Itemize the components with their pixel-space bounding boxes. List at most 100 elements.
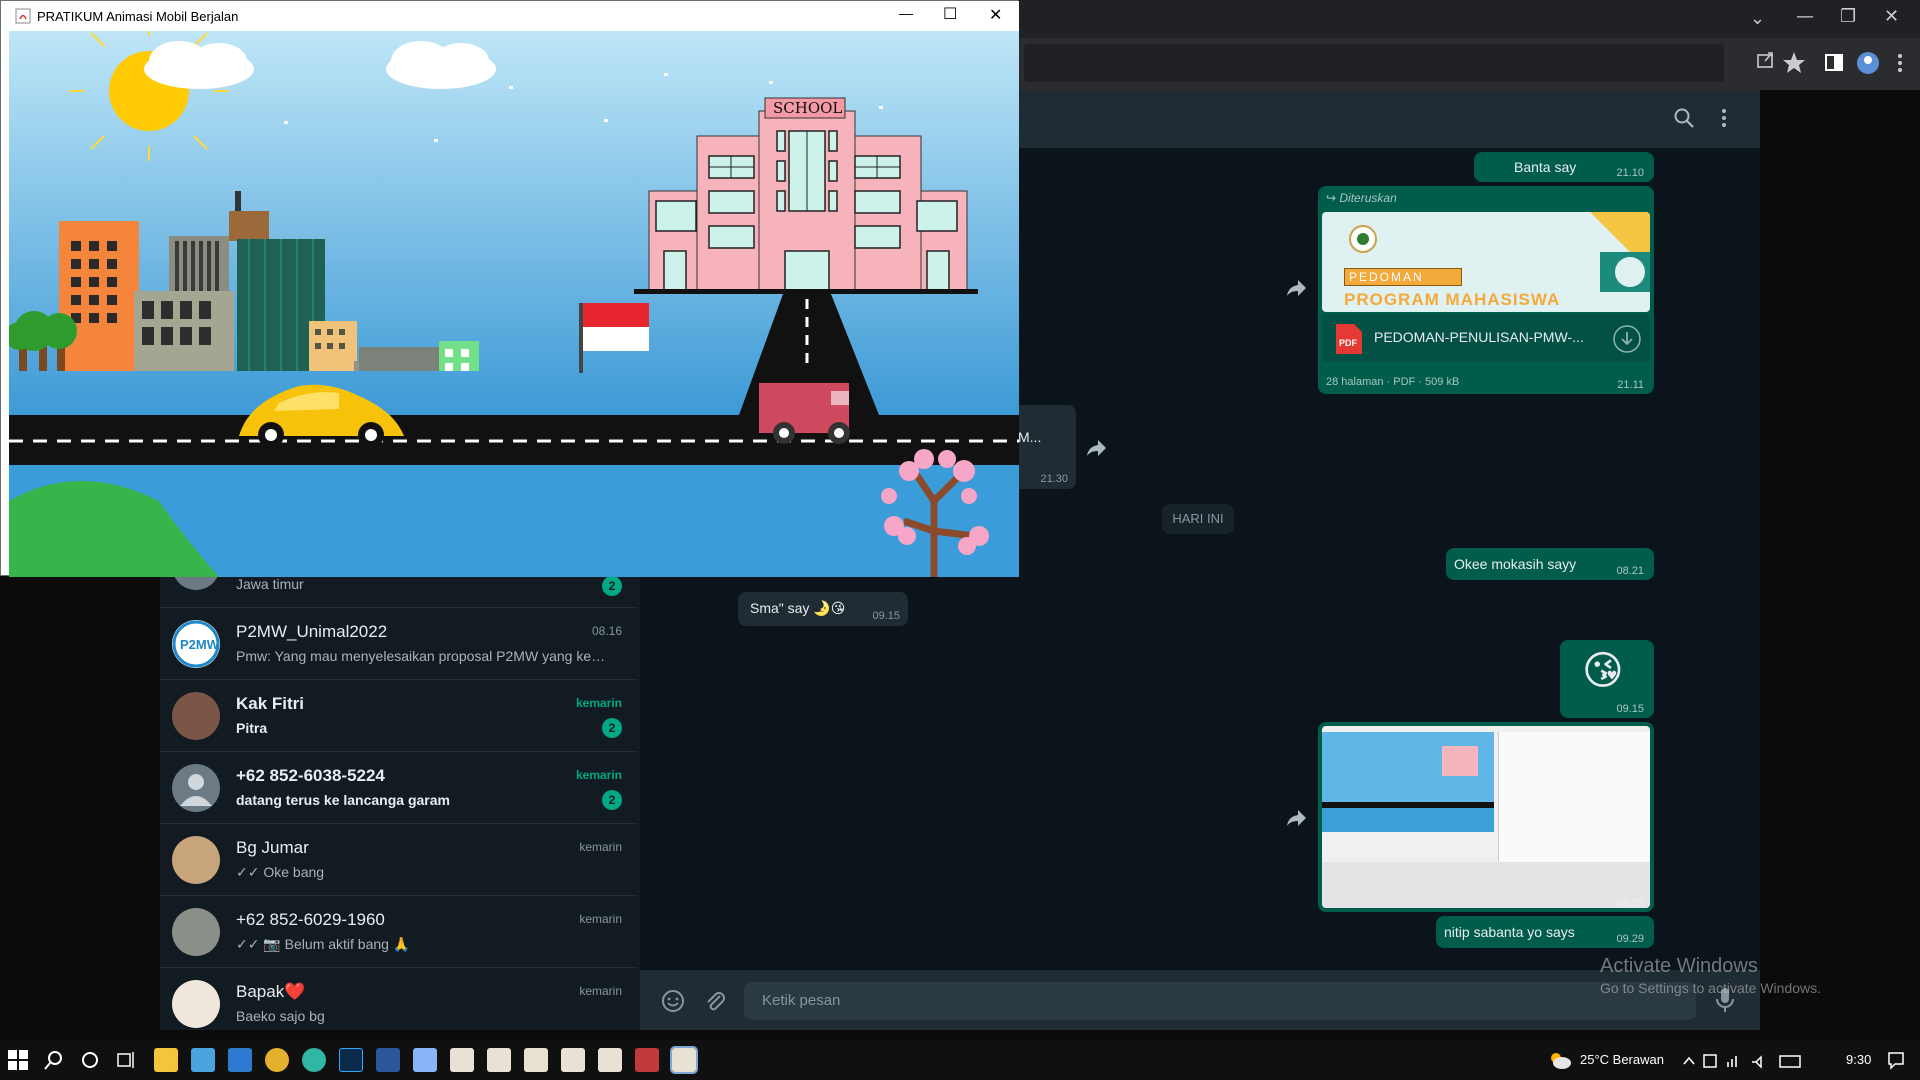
forward-icon[interactable]	[1286, 808, 1308, 828]
photoshop-icon[interactable]	[339, 1048, 363, 1072]
tab-search-chevron[interactable]: ⌄	[1750, 8, 1765, 29]
chat-item-7[interactable]: Bapak❤️ Baeko sajo bg kemarin	[160, 968, 638, 1040]
file-explorer-icon[interactable]	[154, 1048, 178, 1072]
thumbnail-school	[1442, 746, 1478, 776]
message-incoming[interactable]: Sma" say 🌛😘 09.15	[738, 592, 908, 626]
forward-icon[interactable]	[1286, 278, 1308, 298]
window-title: PRATIKUM Animasi Mobil Berjalan	[37, 9, 239, 24]
windows-start-icon[interactable]	[8, 1050, 28, 1070]
watermark-title: Activate Windows	[1600, 955, 1758, 977]
java-app-icon[interactable]	[561, 1048, 585, 1072]
chat-time: kemarin	[579, 912, 622, 926]
profile-avatar-icon[interactable]	[1857, 52, 1879, 74]
message-time: 21.10	[1616, 167, 1644, 179]
chat-name: Kak Fitri	[236, 694, 305, 713]
banner-subtitle: PROGRAM MAHASISWA	[1344, 290, 1561, 309]
message-time: 09.15	[1616, 703, 1644, 715]
chat-preview: ✓✓ Oke bang	[236, 864, 325, 880]
virtualbox-icon[interactable]	[413, 1048, 437, 1072]
share-icon[interactable]	[1757, 52, 1773, 68]
pdf-file-icon: PDF	[1336, 324, 1362, 354]
university-logo-icon	[1349, 225, 1377, 253]
avatar	[172, 908, 220, 956]
chat-item-6[interactable]: +62 852-6029-1960 ✓✓ 📷 Belum aktif bang …	[160, 896, 638, 968]
bookmark-star-icon[interactable]	[1783, 52, 1805, 73]
browser-close-button[interactable]: ✕	[1884, 6, 1899, 27]
school-sign: SCHOOL	[773, 99, 842, 117]
avatar	[172, 980, 220, 1028]
banner-title: PEDOMAN	[1344, 268, 1462, 286]
thumbnail-water	[1322, 808, 1494, 832]
clock-text[interactable]: 9:30	[1846, 1052, 1871, 1067]
java-app-icon[interactable]	[598, 1048, 622, 1072]
chat-preview: Pitra	[236, 720, 268, 736]
watermark-subtitle: Go to Settings to activate Windows.	[1600, 980, 1821, 996]
forward-icon[interactable]	[1086, 438, 1108, 458]
task-view-icon[interactable]	[116, 1050, 136, 1070]
java-app-icon[interactable]	[450, 1048, 474, 1072]
address-bar[interactable]	[1024, 44, 1724, 82]
animation-canvas: SCHOOL	[9, 31, 1019, 577]
message-outgoing[interactable]: 😘 09.15	[1560, 640, 1654, 718]
window-minimize-button[interactable]: —	[899, 5, 913, 21]
notification-icon[interactable]	[1886, 1050, 1906, 1070]
chrome-icon[interactable]	[265, 1048, 289, 1072]
document-file-row[interactable]: PDF PEDOMAN-PENULISAN-PMW-...	[1322, 314, 1650, 362]
mail-icon[interactable]	[228, 1048, 252, 1072]
chat-name: P2MW_Unimal2022	[236, 622, 388, 641]
thumbnail-editor	[1498, 732, 1650, 862]
chat-item-5[interactable]: Bg Jumar ✓✓ Oke bang kemarin	[160, 824, 638, 896]
message-image[interactable]: 09.28	[1318, 722, 1654, 912]
message-time: 09.28	[1616, 897, 1644, 909]
window-maximize-button[interactable]: ☐	[943, 4, 957, 24]
browser-menu-icon[interactable]	[1898, 54, 1902, 72]
edge-icon[interactable]	[302, 1048, 326, 1072]
weather-text[interactable]: 25°C Berawan	[1580, 1052, 1664, 1067]
download-icon[interactable]	[1612, 324, 1642, 354]
browser-restore-button[interactable]: ❐	[1840, 6, 1856, 27]
java-app-icon-active[interactable]	[670, 1046, 698, 1074]
java-app-icon[interactable]	[524, 1048, 548, 1072]
p2mw-logo-icon: P2MW	[172, 620, 220, 668]
avatar	[172, 692, 220, 740]
chat-time: kemarin	[575, 696, 622, 710]
message-outgoing[interactable]: Banta say 21.10	[1474, 152, 1654, 182]
chat-item-3[interactable]: Kak Fitri Pitra kemarin 2	[160, 680, 638, 752]
message-incoming[interactable]: M... 21.30	[1010, 405, 1076, 489]
message-outgoing[interactable]: nitip sabanta yo says 09.29	[1436, 916, 1654, 948]
search-icon[interactable]	[1672, 106, 1696, 130]
svg-text:PDF: PDF	[1339, 338, 1358, 348]
window-close-button[interactable]: ✕	[989, 5, 1002, 25]
word-icon[interactable]	[376, 1048, 400, 1072]
side-panel-icon[interactable]	[1825, 54, 1843, 71]
window-titlebar[interactable]: PRATIKUM Animasi Mobil Berjalan — ☐ ✕	[1, 1, 1019, 31]
chat-item-2[interactable]: P2MW P2MW_Unimal2022 Pmw: Yang mau menye…	[160, 608, 638, 680]
message-text: Okee mokasih sayy	[1454, 556, 1577, 572]
message-text: M...	[1018, 429, 1042, 445]
browser-minimize-button[interactable]: —	[1796, 6, 1814, 27]
app-grid-icon[interactable]	[635, 1048, 659, 1072]
system-tray-icons[interactable]	[1682, 1052, 1832, 1070]
chat-name: Bg Jumar	[236, 838, 309, 857]
emoji-icon[interactable]	[660, 988, 686, 1014]
chat-item-4[interactable]: +62 852-6038-5224 datang terus ke lancan…	[160, 752, 638, 824]
java-app-icon	[15, 8, 31, 24]
image-thumbnail[interactable]	[1322, 726, 1650, 908]
search-icon[interactable]	[44, 1050, 64, 1070]
message-outgoing[interactable]: Okee mokasih sayy 08.21	[1446, 548, 1654, 580]
default-avatar-icon	[172, 764, 220, 812]
message-time: 21.30	[1040, 473, 1068, 485]
message-time: 21.11	[1617, 379, 1644, 391]
attach-icon[interactable]	[702, 988, 728, 1014]
activate-windows-watermark: Activate Windows Go to Settings to activ…	[1600, 955, 1821, 996]
conversation-menu-icon[interactable]	[1714, 106, 1734, 130]
message-input[interactable]: Ketik pesan	[744, 982, 1696, 1020]
message-time: 09.29	[1616, 933, 1644, 945]
chat-name: +62 852-6029-1960	[236, 910, 385, 929]
store-icon[interactable]	[191, 1048, 215, 1072]
forwarded-label: ↪ Diteruskan	[1326, 191, 1397, 205]
unread-badge: 2	[602, 718, 622, 738]
message-document[interactable]: ↪ Diteruskan PEDOMAN PROGRAM MAHASISWA P…	[1318, 186, 1654, 394]
java-app-icon[interactable]	[487, 1048, 511, 1072]
cortana-icon[interactable]	[80, 1050, 100, 1070]
